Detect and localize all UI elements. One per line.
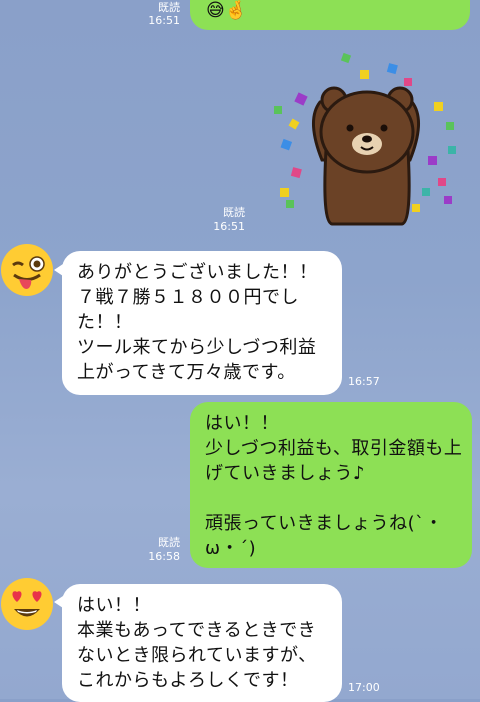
bear-sticker-graphic xyxy=(274,52,456,226)
incoming-message-bubble[interactable]: はい！！ 本業もあってできるときできないとき限られていますが、これからもよろしく… xyxy=(62,584,342,702)
message-time: 16:58 xyxy=(148,550,180,563)
read-receipt: 既読 xyxy=(158,1,180,14)
heart-eyes-emoji-avatar[interactable] xyxy=(1,578,53,630)
bubble-tail xyxy=(54,594,66,610)
bubble-tail xyxy=(54,262,66,278)
message-time: 16:51 xyxy=(148,14,180,27)
message-text: ありがとうございました！！ ７戦７勝５１８００円でした！！ ツール来てから少しづ… xyxy=(77,262,318,383)
message-text: はい！！ 本業もあってできるときできないとき限られていますが、これからもよろしく… xyxy=(77,595,317,691)
message-text: 😅🤞 xyxy=(206,0,248,21)
incoming-message-bubble[interactable]: ありがとうございました！！ ７戦７勝５１８００円でした！！ ツール来てから少しづ… xyxy=(62,251,342,395)
message-time: 16:51 xyxy=(213,220,245,233)
message-time: 17:00 xyxy=(348,681,380,694)
read-receipt: 既読 xyxy=(223,206,245,219)
message-text: はい！！ 少しづつ利益も、取引金額も上げていきましょう♪ 頑張っていきましょうね… xyxy=(205,413,463,559)
winking-tongue-emoji-avatar[interactable] xyxy=(1,244,53,296)
read-receipt: 既読 xyxy=(158,536,180,549)
brown-bear-celebrating-sticker[interactable] xyxy=(262,50,470,230)
winking-face-icon xyxy=(2,245,52,295)
heart-eyes-face-icon xyxy=(2,579,52,629)
outgoing-message-bubble[interactable]: はい！！ 少しづつ利益も、取引金額も上げていきましょう♪ 頑張っていきましょうね… xyxy=(190,402,472,568)
outgoing-message-bubble[interactable]: 😅🤞 xyxy=(190,0,470,30)
message-time: 16:57 xyxy=(348,375,380,388)
